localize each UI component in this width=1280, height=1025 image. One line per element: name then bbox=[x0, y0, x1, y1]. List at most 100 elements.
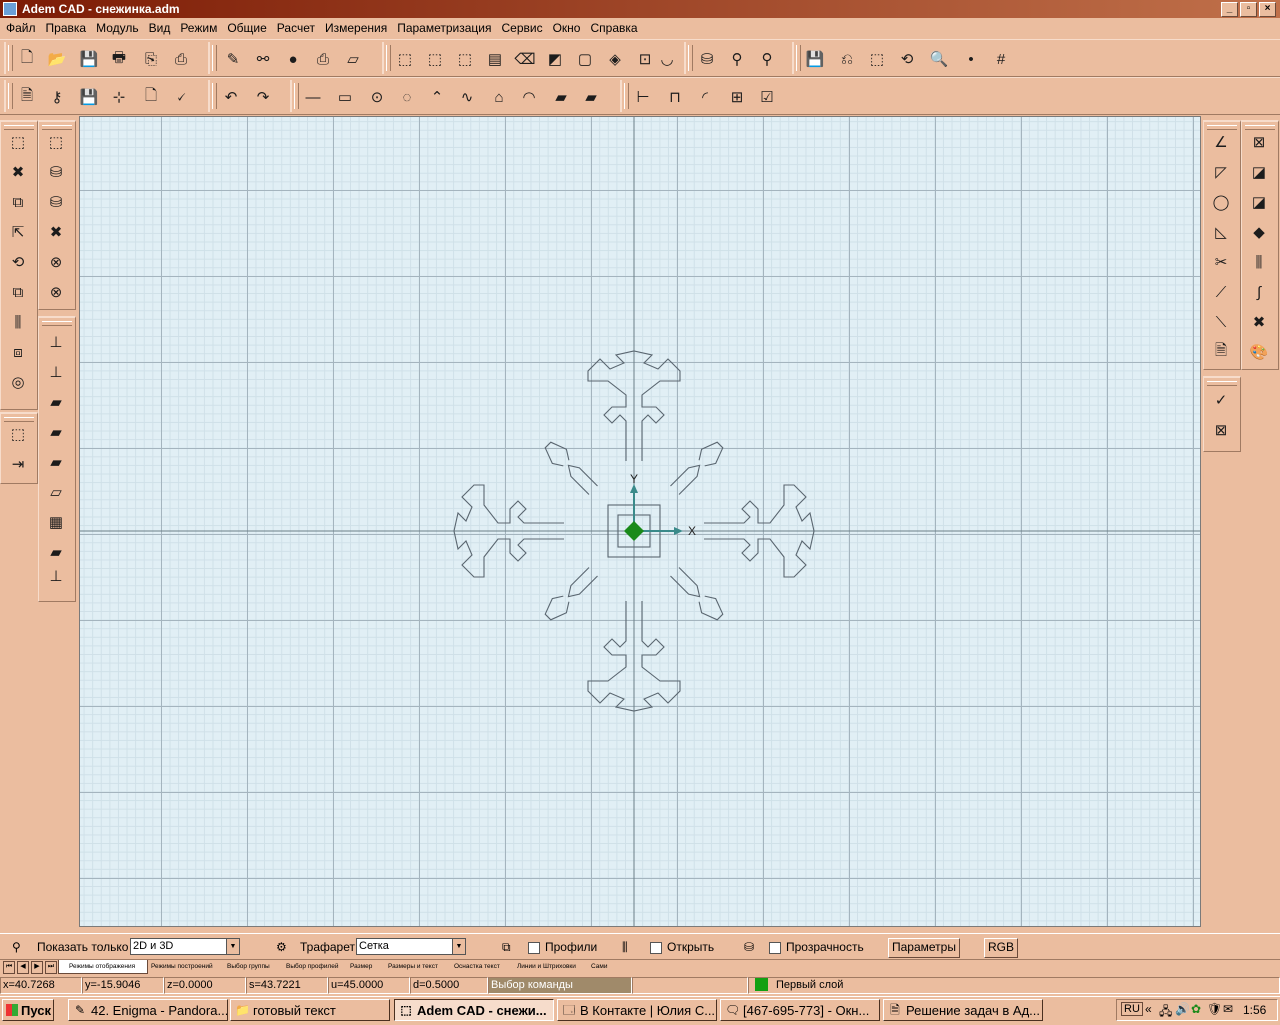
break-icon[interactable]: ⟍ bbox=[1209, 310, 1233, 334]
path-icon[interactable]: ⚯ bbox=[252, 48, 274, 70]
rotate-object-icon[interactable]: ⟲ bbox=[6, 250, 30, 274]
menu-measure[interactable]: Измерения bbox=[320, 18, 392, 38]
messenger-icon[interactable]: ✉ bbox=[1223, 1002, 1233, 1016]
drawing-canvas[interactable]: Y X bbox=[79, 116, 1201, 927]
close-button[interactable]: × bbox=[1259, 2, 1276, 17]
document-properties-icon[interactable]: 🗎 bbox=[16, 86, 38, 108]
cylinder-icon[interactable]: ⛁ bbox=[44, 160, 68, 184]
extend-icon[interactable]: ⟋ bbox=[1209, 280, 1233, 304]
align-icon[interactable]: ⊥ bbox=[44, 330, 68, 354]
coordinate-axes-icon[interactable]: ⊥ bbox=[44, 564, 68, 588]
arc-icon[interactable]: ◠ bbox=[518, 86, 540, 108]
box-section-icon[interactable]: ⬚ bbox=[454, 48, 476, 70]
plane-flat-icon[interactable]: ▰ bbox=[44, 540, 68, 564]
parameters-button[interactable]: Параметры bbox=[888, 938, 960, 958]
zoom-icon[interactable]: 🔍 bbox=[928, 48, 950, 70]
polygon-icon[interactable]: ⌂ bbox=[488, 86, 510, 108]
tab-size[interactable]: Размер bbox=[340, 960, 382, 973]
sphere-icon[interactable]: ● bbox=[282, 48, 304, 70]
import-icon[interactable]: ⎙ bbox=[170, 48, 192, 70]
dimension-stack-icon[interactable]: ⊞ bbox=[726, 86, 748, 108]
triangle-icon[interactable]: ◺ bbox=[1209, 220, 1233, 244]
menu-general[interactable]: Общие bbox=[222, 18, 271, 38]
shell-icon[interactable]: ▢ bbox=[574, 48, 596, 70]
layers-icon[interactable]: ▰ bbox=[44, 390, 68, 414]
tab-sizes-text[interactable]: Размеры и текст bbox=[378, 960, 450, 973]
fold-icon[interactable]: ◈ bbox=[604, 48, 626, 70]
cross-check-icon[interactable]: ⊠ bbox=[1209, 418, 1233, 442]
tab-lines-hatch[interactable]: Линии и Штриховки bbox=[507, 960, 587, 973]
tab-build-modes[interactable]: Режимы построений bbox=[141, 960, 223, 973]
delete-sphere-icon[interactable]: ⊗ bbox=[44, 280, 68, 304]
face-pick-icon[interactable]: ◆ bbox=[1247, 220, 1271, 244]
grid-toggle-icon[interactable]: # bbox=[990, 48, 1012, 70]
face-select-icon[interactable]: ◪ bbox=[1247, 190, 1271, 214]
menu-edit[interactable]: Правка bbox=[41, 18, 92, 38]
hatch-icon[interactable]: ▰ bbox=[550, 86, 572, 108]
sphere-tool-icon[interactable]: ⊗ bbox=[44, 250, 68, 274]
polyline-icon[interactable]: ⌃ bbox=[426, 86, 448, 108]
delete-face-icon[interactable]: ✖ bbox=[1247, 310, 1271, 334]
visibility-icon[interactable]: ⚲ bbox=[726, 48, 748, 70]
mirror-icon[interactable]: ⊡ bbox=[634, 48, 656, 70]
array-icon[interactable]: ⧉ bbox=[6, 280, 30, 304]
tray-expand-icon[interactable]: « bbox=[1145, 1002, 1152, 1016]
solid-box-icon[interactable]: ⬚ bbox=[44, 130, 68, 154]
task-adem-cad[interactable]: ⬚ Adem CAD - снежи... bbox=[394, 999, 554, 1021]
status-layer[interactable]: Первый слой bbox=[748, 977, 1280, 994]
menu-window[interactable]: Окно bbox=[548, 18, 586, 38]
task-enigma[interactable]: ✎ 42. Enigma - Pandora... bbox=[68, 999, 228, 1021]
clock[interactable]: 1:56 bbox=[1243, 1003, 1266, 1017]
point-icon[interactable]: • bbox=[960, 48, 982, 70]
solid-edit-icon[interactable]: ◩ bbox=[544, 48, 566, 70]
start-button[interactable]: Пуск bbox=[2, 999, 54, 1021]
tab-profile-select[interactable]: Выбор профилей bbox=[276, 960, 344, 973]
circle-icon[interactable]: ⊙ bbox=[366, 86, 388, 108]
dimension-vertical-icon[interactable]: ⊢ bbox=[632, 86, 654, 108]
restore-button[interactable]: ▫ bbox=[1240, 2, 1257, 17]
mirror-object-icon[interactable]: ⫼ bbox=[6, 310, 30, 334]
network-icon[interactable]: 🖧 bbox=[1159, 1002, 1172, 1023]
open-folder-icon[interactable]: 📂 bbox=[46, 48, 68, 70]
menu-file[interactable]: Файл bbox=[0, 18, 41, 38]
spline-icon[interactable]: ∿ bbox=[456, 86, 478, 108]
document-edit-icon[interactable]: 🗎 bbox=[1209, 340, 1233, 364]
tab-next-icon[interactable]: ▶ bbox=[31, 961, 43, 974]
antivirus-icon[interactable]: 🛡 bbox=[1207, 1002, 1222, 1016]
copy-object-icon[interactable]: ⧉ bbox=[6, 190, 30, 214]
box-edit-icon[interactable]: ⬚ bbox=[424, 48, 446, 70]
profiles-checkbox[interactable]: Профили bbox=[528, 939, 597, 955]
arc-circle-icon[interactable]: ◌ bbox=[396, 86, 418, 108]
language-indicator[interactable]: RU bbox=[1121, 1002, 1143, 1016]
task-word-doc[interactable]: 🗎 Решение задач в Ад... bbox=[883, 999, 1043, 1021]
sweep-icon[interactable]: ∫ bbox=[1247, 280, 1271, 304]
volume-icon[interactable]: 🔊 bbox=[1175, 1002, 1190, 1016]
select-object-icon[interactable]: ⬚ bbox=[6, 130, 30, 154]
minimize-button[interactable]: _ bbox=[1221, 2, 1238, 17]
print-icon[interactable]: 🖶 bbox=[108, 48, 130, 70]
menu-module[interactable]: Модуль bbox=[91, 18, 144, 38]
task-vkontakte[interactable]: 🗔 В Контакте | Юлия С... bbox=[557, 999, 717, 1021]
redo-icon[interactable]: ↷ bbox=[252, 86, 274, 108]
dimension-linear-icon[interactable]: ⊓ bbox=[664, 86, 686, 108]
surface-icon[interactable]: ▤ bbox=[484, 48, 506, 70]
flower-icon[interactable]: ✿ bbox=[1191, 1002, 1201, 1016]
apply-icon[interactable]: ✓ bbox=[1209, 388, 1233, 412]
scissors-icon[interactable]: ✂ bbox=[1209, 250, 1233, 274]
show-only-select[interactable]: 2D и 3D ▼ bbox=[130, 938, 240, 955]
menu-mode[interactable]: Режим bbox=[175, 18, 222, 38]
cup-icon[interactable]: ◡ bbox=[656, 48, 678, 70]
tab-display-modes[interactable]: Режимы отображения bbox=[58, 960, 148, 974]
circle-fit-icon[interactable]: ◯ bbox=[1209, 190, 1233, 214]
stretch-icon[interactable]: ⇥ bbox=[6, 452, 30, 476]
dimension-check-icon[interactable]: ☑ bbox=[756, 86, 778, 108]
delete-object-icon[interactable]: ✖ bbox=[6, 160, 30, 184]
transform-icon[interactable]: ⬚ bbox=[6, 422, 30, 446]
place-icon[interactable]: ⊥ bbox=[44, 360, 68, 384]
menu-parametrization[interactable]: Параметризация bbox=[392, 18, 496, 38]
rectangle-icon[interactable]: ▭ bbox=[334, 86, 356, 108]
save-icon[interactable]: 💾 bbox=[78, 48, 100, 70]
task-chat-window[interactable]: 🗨 [467-695-773] - Окн... bbox=[720, 999, 880, 1021]
key-icon[interactable]: ⚷ bbox=[46, 86, 68, 108]
face-yellow-icon[interactable]: ◪ bbox=[1247, 160, 1271, 184]
